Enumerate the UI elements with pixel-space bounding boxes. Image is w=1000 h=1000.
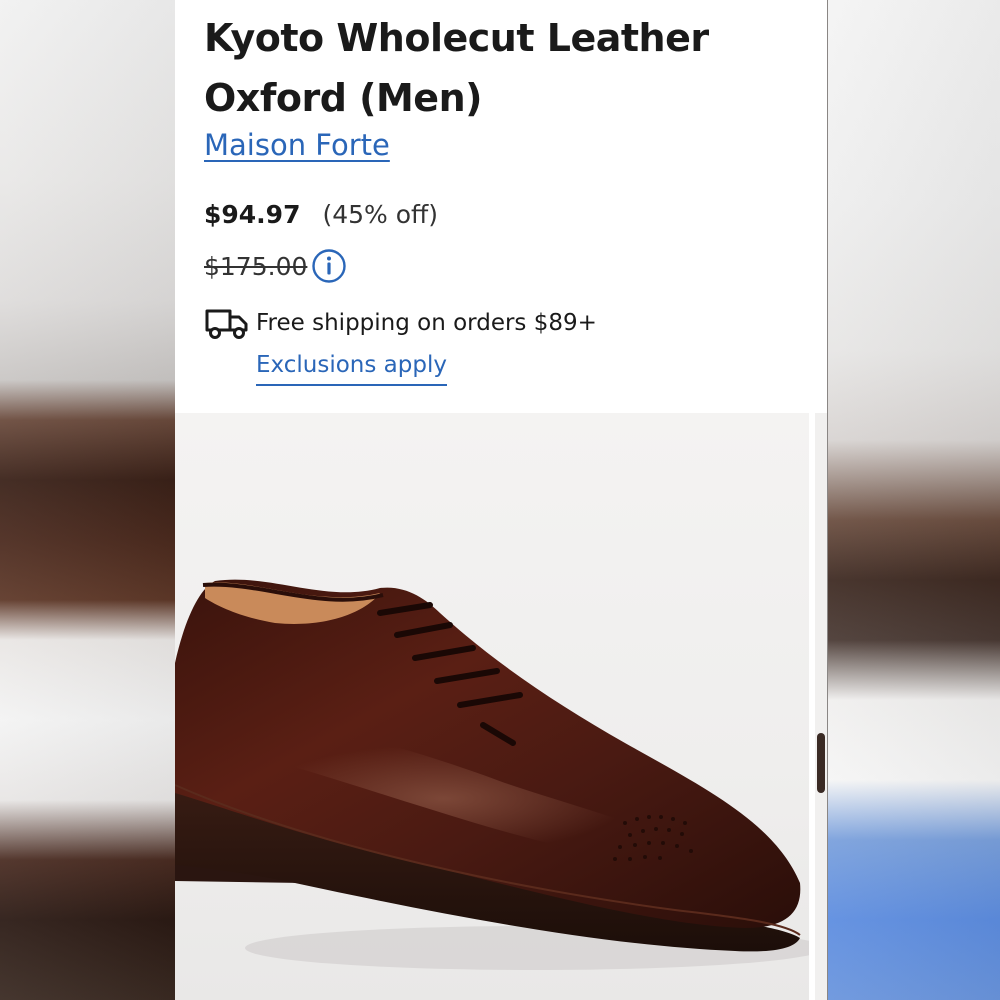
blurred-background-left	[0, 0, 175, 1000]
brand-link[interactable]: Maison Forte	[204, 128, 390, 162]
next-image-peek[interactable]	[815, 413, 827, 1000]
product-title: Kyoto Wholecut Leather Oxford (Men)	[204, 8, 804, 128]
truck-icon	[204, 305, 250, 341]
exclusions-link[interactable]: Exclusions apply	[256, 352, 447, 386]
product-card: Kyoto Wholecut Leather Oxford (Men) Mais…	[175, 0, 827, 1000]
price-row: $94.97 (45% off)	[204, 200, 438, 229]
blurred-background-right	[828, 0, 1000, 1000]
sale-price: $94.97	[204, 200, 301, 229]
product-image[interactable]	[175, 413, 809, 1000]
shipping-text: Free shipping on orders $89+	[256, 310, 597, 336]
shoe-illustration	[175, 579, 809, 970]
product-title-line-1: Kyoto Wholecut Leather	[204, 16, 709, 60]
info-circle-icon[interactable]	[311, 248, 347, 284]
product-title-line-2: Oxford (Men)	[204, 76, 483, 120]
discount-label: (45% off)	[322, 200, 438, 229]
original-price-row: $175.00	[204, 248, 347, 284]
shipping-row: Free shipping on orders $89+	[204, 305, 597, 341]
original-price: $175.00	[204, 251, 308, 281]
